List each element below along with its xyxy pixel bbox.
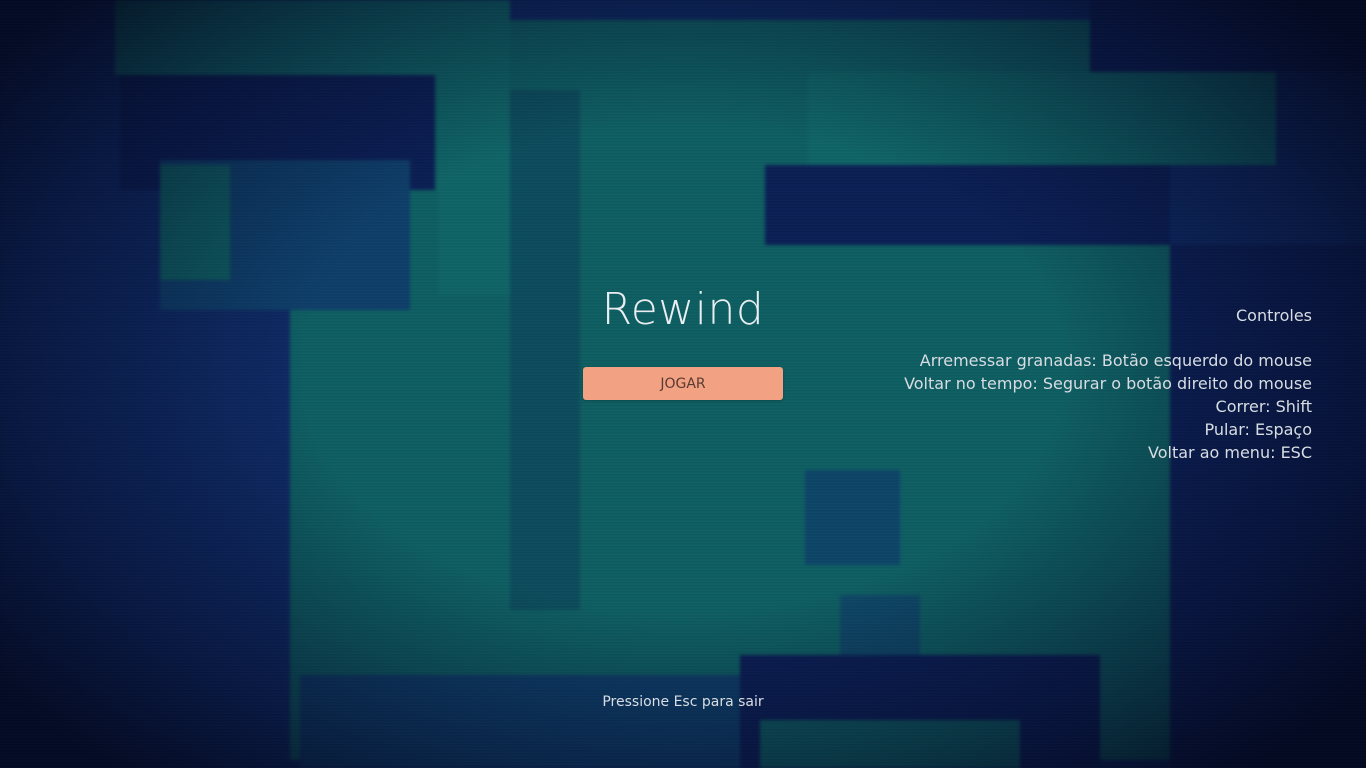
control-back-to-menu: Voltar ao menu: ESC bbox=[1148, 443, 1312, 462]
control-run: Correr: Shift bbox=[1215, 397, 1312, 416]
control-throw-grenades: Arremessar granadas: Botão esquerdo do m… bbox=[919, 351, 1312, 370]
control-jump: Pular: Espaço bbox=[1204, 420, 1312, 439]
play-button[interactable]: JOGAR bbox=[583, 367, 783, 400]
game-menu-screen: Rewind JOGAR Controles Arremessar granad… bbox=[0, 0, 1366, 768]
game-title: Rewind bbox=[601, 284, 765, 335]
control-rewind-time: Voltar no tempo: Segurar o botão direito… bbox=[904, 374, 1312, 393]
controls-heading: Controles bbox=[1235, 306, 1312, 325]
controls-panel: Controles Arremessar granadas: Botão esq… bbox=[832, 305, 1312, 464]
exit-hint: Pressione Esc para sair bbox=[602, 694, 764, 710]
